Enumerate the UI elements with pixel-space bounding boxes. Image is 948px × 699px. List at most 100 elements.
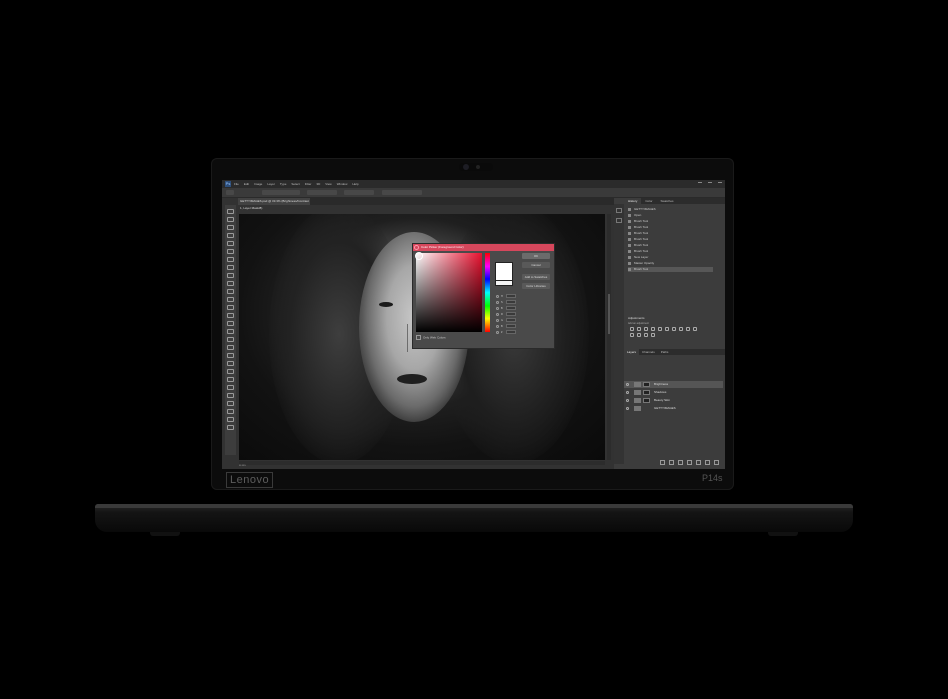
tool-icon[interactable] <box>227 249 234 254</box>
visibility-eye-icon[interactable] <box>626 399 629 402</box>
maximize-icon[interactable] <box>708 182 712 186</box>
mask-icon[interactable] <box>678 460 683 465</box>
tool-icon[interactable] <box>227 401 234 406</box>
layer-row[interactable]: Beauty Skin <box>624 397 723 404</box>
color-field-input[interactable] <box>506 330 516 334</box>
history-tab[interactable]: Color <box>641 198 656 204</box>
menu-item[interactable]: Filter <box>305 182 312 186</box>
history-item[interactable]: Open <box>628 213 713 218</box>
adjustment-icon[interactable] <box>658 327 662 331</box>
visibility-eye-icon[interactable] <box>626 383 629 386</box>
tool-icon[interactable] <box>227 257 234 262</box>
tool-icon[interactable] <box>227 337 234 342</box>
adjustment-icon[interactable] <box>672 327 676 331</box>
menu-item[interactable]: Image <box>254 182 262 186</box>
adjustment-icon[interactable] <box>630 333 634 337</box>
menu-item[interactable]: Layer <box>267 182 275 186</box>
properties-panel-icon[interactable] <box>616 218 622 223</box>
opacity-option[interactable] <box>307 190 337 195</box>
tool-icon[interactable] <box>227 321 234 326</box>
adjustment-icon[interactable] <box>644 333 648 337</box>
tool-icon[interactable] <box>227 345 234 350</box>
tool-icon[interactable] <box>227 281 234 286</box>
color-field-input[interactable] <box>506 324 516 328</box>
photoshop-logo-icon[interactable]: Ps <box>225 181 231 187</box>
adjustment-icon[interactable] <box>693 327 697 331</box>
ok-button[interactable]: OK <box>522 253 550 259</box>
history-item[interactable]: Brush Tool <box>628 219 713 224</box>
tool-icon[interactable] <box>227 225 234 230</box>
scroll-thumb[interactable] <box>608 294 610 334</box>
tool-icon[interactable] <box>227 233 234 238</box>
tool-icon[interactable] <box>227 361 234 366</box>
tool-icon[interactable] <box>227 329 234 334</box>
layer-row[interactable]: GETTYIMAGES <box>624 405 723 412</box>
color-field-input[interactable] <box>506 306 516 310</box>
document-tab[interactable]: GETTYIMAGES.psd @ 33.3% (Brightness/Cont… <box>238 198 310 210</box>
hue-slider[interactable] <box>485 253 490 332</box>
history-item[interactable]: Brush Tool <box>628 249 713 254</box>
color-mode-radio[interactable] <box>496 324 499 328</box>
color-mode-radio[interactable] <box>496 330 499 334</box>
add-to-swatches-button[interactable]: Add to Swatches <box>522 274 550 280</box>
only-web-colors[interactable]: Only Web Colors <box>416 335 446 340</box>
link-layers-icon[interactable] <box>660 460 665 465</box>
tool-icon[interactable] <box>227 425 234 430</box>
adjustment-icon[interactable] <box>630 327 634 331</box>
tool-icon[interactable] <box>227 209 234 214</box>
menu-item[interactable]: Help <box>352 182 358 186</box>
menu-item[interactable]: Select <box>291 182 299 186</box>
history-item[interactable]: Brush Tool <box>628 243 713 248</box>
menu-item[interactable]: Window <box>337 182 348 186</box>
tool-icon[interactable] <box>227 377 234 382</box>
trash-icon[interactable] <box>714 460 719 465</box>
menu-item[interactable]: View <box>325 182 331 186</box>
tool-icon[interactable] <box>227 369 234 374</box>
menu-item[interactable]: File <box>234 182 239 186</box>
tool-preset-icon[interactable] <box>226 190 234 195</box>
tool-icon[interactable] <box>227 353 234 358</box>
history-item[interactable]: Brush Tool <box>628 231 713 236</box>
color-cursor-icon[interactable] <box>415 252 423 260</box>
history-tab[interactable]: Swatches <box>657 198 678 204</box>
color-field-input[interactable] <box>506 318 516 322</box>
tool-icon[interactable] <box>227 289 234 294</box>
vertical-scrollbar[interactable] <box>607 214 611 460</box>
history-item[interactable]: Brush Tool <box>628 225 713 230</box>
history-tab[interactable]: History <box>624 198 642 204</box>
tool-icon[interactable] <box>227 393 234 398</box>
saturation-brightness-field[interactable] <box>415 252 482 332</box>
history-item[interactable]: Brush Tool <box>628 237 713 242</box>
color-field-input[interactable] <box>506 294 516 298</box>
adjustment-layer-icon[interactable] <box>687 460 692 465</box>
group-icon[interactable] <box>696 460 701 465</box>
tool-icon[interactable] <box>227 297 234 302</box>
color-libraries-button[interactable]: Color Libraries <box>522 283 550 289</box>
adjustment-icon[interactable] <box>651 333 655 337</box>
adjustment-icon[interactable] <box>651 327 655 331</box>
tool-icon[interactable] <box>227 273 234 278</box>
layers-tab[interactable]: Paths <box>658 349 672 355</box>
close-icon[interactable] <box>414 245 419 250</box>
current-color-swatch[interactable] <box>495 280 513 286</box>
color-mode-radio[interactable] <box>496 300 499 304</box>
color-field-input[interactable] <box>506 300 516 304</box>
tool-icon[interactable] <box>227 385 234 390</box>
close-icon[interactable] <box>718 182 722 186</box>
layer-row[interactable]: Shadows <box>624 389 723 396</box>
new-layer-icon[interactable] <box>705 460 710 465</box>
history-item[interactable]: New Layer <box>628 255 713 260</box>
adjustment-icon[interactable] <box>686 327 690 331</box>
adjustment-icon[interactable] <box>637 333 641 337</box>
layers-tab[interactable]: Channels <box>639 349 658 355</box>
tool-icon[interactable] <box>227 241 234 246</box>
history-panel-icon[interactable] <box>616 208 622 213</box>
adjustment-icon[interactable] <box>665 327 669 331</box>
history-item[interactable]: GETTYIMAGES <box>628 207 713 212</box>
tool-icon[interactable] <box>227 409 234 414</box>
mode-option[interactable] <box>262 190 300 195</box>
color-mode-radio[interactable] <box>496 312 499 316</box>
visibility-eye-icon[interactable] <box>626 391 629 394</box>
tool-icon[interactable] <box>227 417 234 422</box>
menu-item[interactable]: Edit <box>244 182 249 186</box>
